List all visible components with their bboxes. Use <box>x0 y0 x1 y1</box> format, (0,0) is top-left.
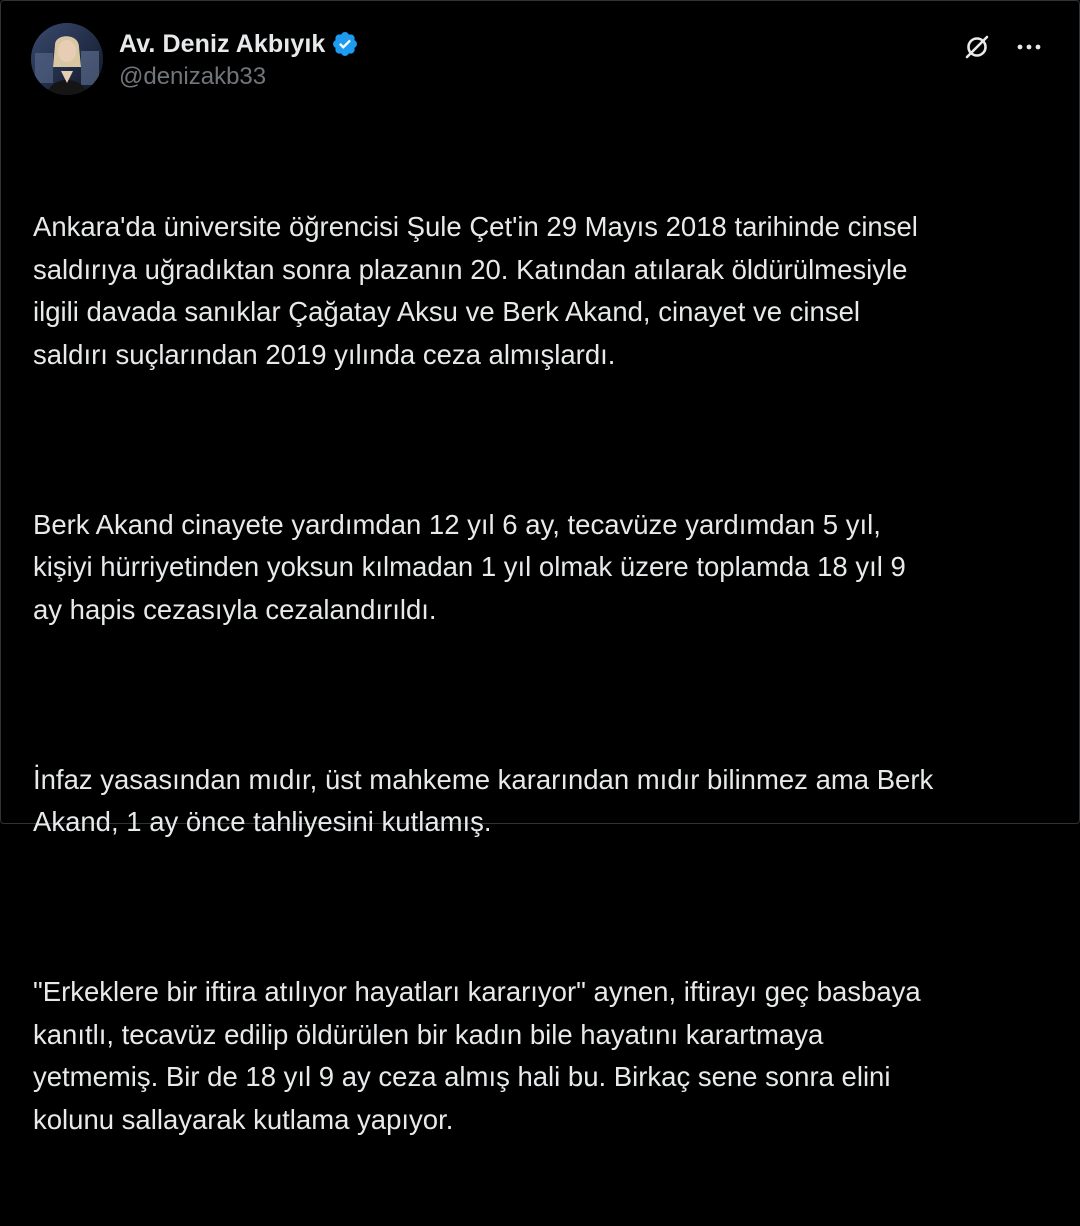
avatar[interactable] <box>31 23 103 95</box>
tweet-header: Av. Deniz Akbıyık @denizakb33 <box>31 23 1049 99</box>
verified-badge-icon <box>331 30 359 58</box>
tweet-card: Av. Deniz Akbıyık @denizakb33 Ankara'da … <box>0 0 1080 1135</box>
display-name[interactable]: Av. Deniz Akbıyık <box>119 30 325 59</box>
more-horizontal-icon <box>1017 44 1041 50</box>
tweet-text: Ankara'da üniversite öğrencisi Şule Çet'… <box>33 121 1063 1226</box>
tweet-paragraph: Berk Akand cinayete yardımdan 12 yıl 6 a… <box>33 508 906 625</box>
tweet-paragraph: İnfaz yasasından mıdır, üst mahkeme kara… <box>33 763 934 838</box>
slashed-circle-icon <box>965 35 989 59</box>
display-name-row: Av. Deniz Akbıyık <box>119 27 359 61</box>
grok-button[interactable] <box>959 29 995 65</box>
author-names: Av. Deniz Akbıyık @denizakb33 <box>119 27 359 91</box>
author-handle[interactable]: @denizakb33 <box>119 63 359 91</box>
header-actions <box>959 29 1047 65</box>
tweet-paragraph: "Erkeklere bir iftira atılıyor hayatları… <box>33 976 921 1135</box>
more-options-button[interactable] <box>1011 29 1047 65</box>
avatar-image <box>31 23 103 95</box>
tweet-paragraph: Ankara'da üniversite öğrencisi Şule Çet'… <box>33 211 918 370</box>
